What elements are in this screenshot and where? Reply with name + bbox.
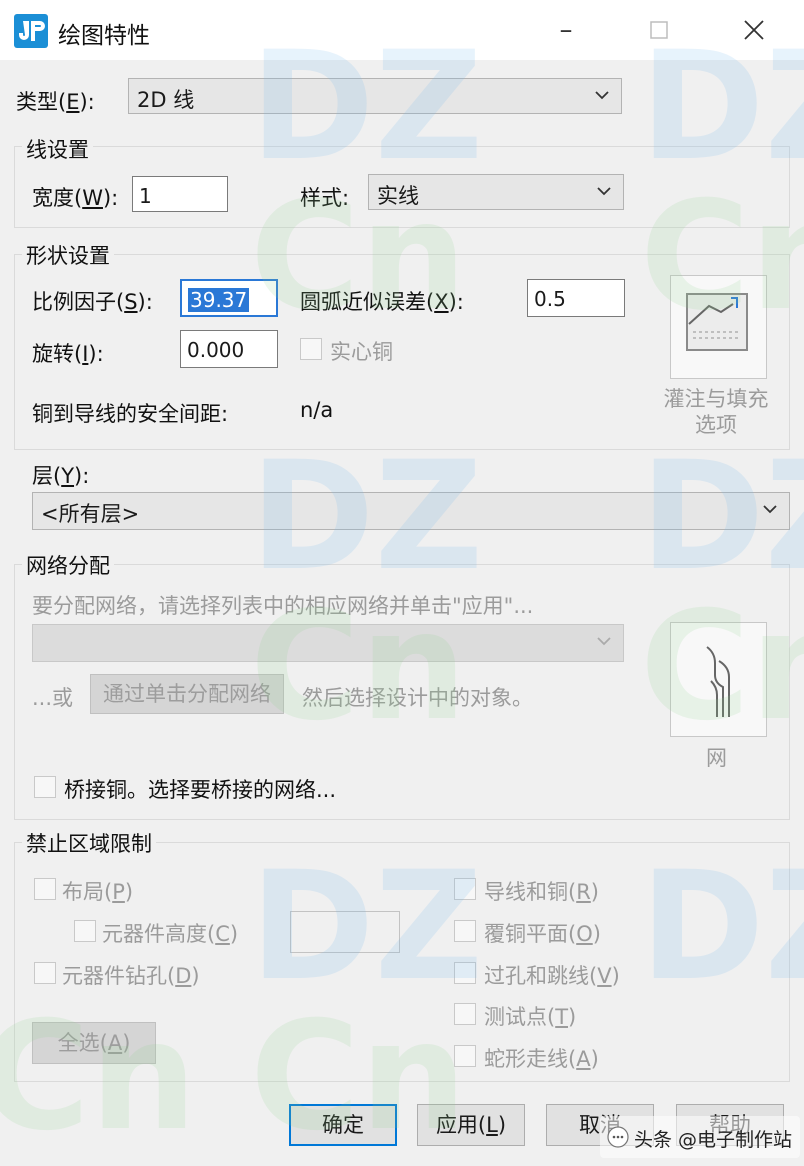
clearance-label: 铜到导线的安全间距: [32,402,229,426]
type-label: 类型(E): [16,90,95,114]
chevron-down-icon [763,505,777,514]
minimize-icon[interactable]: – [546,12,586,48]
keepout-traces-label: 导线和铜(R) [484,880,599,904]
keepout-plane-label: 覆铜平面(O) [484,922,601,946]
clearance-value: n/a [300,398,334,422]
chevron-down-icon [597,637,611,646]
net-combo[interactable] [32,624,624,662]
pour-fill-options-button[interactable] [670,275,767,379]
type-combo[interactable]: 2D 线 [128,78,622,114]
attribution-text: 头条 @电子制作站 [634,1129,793,1151]
chevron-down-icon [597,187,611,196]
keepout-serpentine-label: 蛇形走线(A) [484,1047,599,1071]
assign-by-click-button[interactable]: 通过单击分配网络 [90,674,284,714]
style-value: 实线 [377,184,419,208]
keepout-placement-label: 布局(P) [62,880,134,904]
keepout-placement-checkbox[interactable] [34,878,56,900]
style-label: 样式: [300,186,350,210]
chevron-down-icon [595,91,609,100]
pour-fill-icon [686,293,748,351]
app-icon [14,14,48,48]
keepout-height-label: 元器件高度(C) [102,922,239,946]
ok-button[interactable]: 确定 [289,1104,397,1146]
layer-combo[interactable]: <所有层> [32,492,790,530]
keepout-traces-checkbox[interactable] [454,878,476,900]
keepout-height-checkbox[interactable] [74,920,96,942]
net-assignment-title: 网络分配 [22,550,114,580]
keepout-testpoints-label: 测试点(T) [484,1005,577,1029]
arc-error-input[interactable]: 0.5 [527,279,625,317]
net-assignment-hint: 要分配网络，请选择列表中的相应网络并单击"应用"... [32,594,534,618]
net-button[interactable] [670,622,767,737]
then-select-text: 然后选择设计中的对象。 [302,686,533,710]
attribution-overlay: 头条 @电子制作站 [600,1116,800,1158]
apply-button[interactable]: 应用(L) [417,1104,525,1146]
or-text: ...或 [32,686,74,710]
scale-input[interactable]: 39.37 [180,279,278,317]
style-combo[interactable]: 实线 [368,174,624,210]
rotation-label: 旋转(I): [32,342,104,366]
maximize-icon [639,12,679,48]
shape-settings-title: 形状设置 [22,240,114,270]
width-input[interactable]: 1 [132,176,228,212]
bridge-copper-checkbox[interactable] [34,776,56,798]
pour-fill-label: 灌注与填充 选项 [663,387,769,437]
keepout-drill-label: 元器件钻孔(D) [62,964,200,988]
keepout-testpoints-checkbox[interactable] [454,1003,476,1025]
line-settings-title: 线设置 [22,134,93,164]
select-all-button[interactable]: 全选(A) [32,1022,156,1064]
type-value: 2D 线 [137,88,195,112]
title-bar: 绘图特性 – [0,0,804,60]
window-title: 绘图特性 [58,23,150,49]
width-label: 宽度(W): [32,186,119,210]
scale-label: 比例因子(S): [32,290,153,314]
keepout-drill-checkbox[interactable] [34,962,56,984]
close-icon[interactable] [734,12,774,48]
layer-value: <所有层> [41,502,140,526]
net-button-label: 网 [706,746,727,770]
net-trace-icon [706,646,730,717]
keepout-height-input[interactable] [290,911,400,953]
solid-copper-label: 实心铜 [330,340,393,364]
keepout-title: 禁止区域限制 [22,828,156,858]
keepout-serpentine-checkbox[interactable] [454,1045,476,1067]
solid-copper-checkbox[interactable] [300,338,322,360]
keepout-vias-label: 过孔和跳线(V) [484,964,620,988]
rotation-input[interactable]: 0.000 [180,330,278,368]
bridge-copper-label: 桥接铜。选择要桥接的网络... [64,778,337,802]
chat-bubble-icon [607,1126,629,1148]
keepout-vias-checkbox[interactable] [454,962,476,984]
arc-error-label: 圆弧近似误差(X): [300,290,464,314]
keepout-plane-checkbox[interactable] [454,920,476,942]
layer-label: 层(Y): [32,464,90,488]
